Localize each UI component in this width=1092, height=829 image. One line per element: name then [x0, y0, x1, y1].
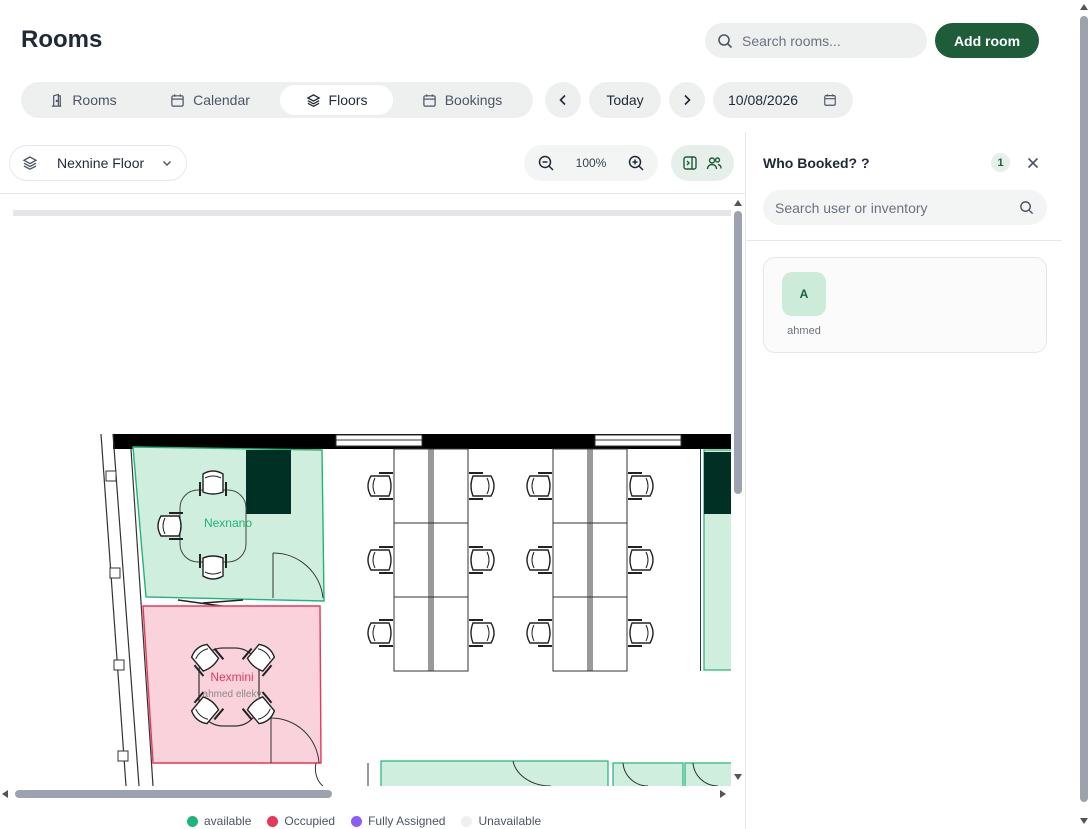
floor-plan-canvas[interactable]: Nexnano Nexmini ahmed elleky [13, 208, 731, 786]
door-icon [52, 93, 62, 107]
toolbar-divider [0, 193, 745, 194]
chevron-left-icon [559, 94, 566, 106]
date-picker[interactable]: 10/08/2026 [713, 82, 853, 118]
user-search-box[interactable] [763, 190, 1047, 225]
scroll-up-arrow[interactable] [734, 200, 742, 206]
chevron-right-icon [684, 94, 691, 106]
page-scrollbar-thumb[interactable] [1080, 16, 1088, 802]
legend-label: Fully Assigned [368, 814, 446, 828]
page-scroll-up-arrow[interactable] [1080, 4, 1088, 10]
room-name-nexmini: Nexmini [210, 670, 253, 684]
legend-label: Unavailable [478, 814, 542, 828]
scroll-left-arrow[interactable] [2, 790, 8, 798]
booking-count-badge: 1 [991, 153, 1010, 172]
scroll-down-arrow[interactable] [734, 774, 742, 780]
tab-rooms[interactable]: Rooms [24, 85, 142, 115]
legend-dot [187, 815, 198, 827]
calendar-icon [171, 93, 184, 107]
layers-icon [306, 93, 321, 107]
canvas-horizontal-scrollbar[interactable] [15, 790, 332, 798]
legend-dot [461, 815, 473, 827]
app-window: Rooms Add room Rooms Calendar Floors Boo… [0, 0, 1092, 829]
legend-label: Occupied [284, 814, 336, 828]
panel-divider-line [746, 240, 1062, 241]
tab-label: Floors [328, 92, 368, 108]
scroll-right-arrow[interactable] [720, 790, 726, 798]
status-legend: available Occupied Fully Assigned Unavai… [187, 814, 557, 828]
room-search-box[interactable] [705, 23, 927, 58]
user-name: ahmed [787, 325, 821, 337]
users-icon[interactable] [706, 155, 722, 171]
room-name-nexnano: Nexnano [204, 516, 252, 530]
page-scroll-down-arrow[interactable] [1080, 818, 1088, 824]
user-card[interactable]: A ahmed [763, 257, 1047, 353]
panel-title: Who Booked? ? [763, 155, 870, 171]
zoom-level: 100% [575, 156, 607, 170]
tab-bookings[interactable]: Bookings [403, 85, 521, 115]
tab-calendar[interactable]: Calendar [151, 85, 269, 115]
legend-item-unavailable: Unavailable [461, 814, 541, 828]
user-search-input[interactable] [775, 199, 1005, 216]
search-icon [1020, 201, 1034, 215]
floor-plan-drawing: Nexnano Nexmini ahmed elleky [13, 210, 731, 786]
floor-select-value: Nexnine Floor [57, 155, 145, 171]
panel-toggle-icon[interactable] [682, 155, 698, 171]
zoom-controls: 100% [524, 145, 658, 181]
tab-floors[interactable]: Floors [280, 85, 393, 115]
previous-day-button[interactable] [545, 82, 581, 118]
page-title: Rooms [21, 26, 103, 53]
add-room-button[interactable]: Add room [935, 23, 1039, 58]
room-booked-by: ahmed elleky [203, 689, 262, 700]
next-day-button[interactable] [669, 82, 705, 118]
legend-item-fully-assigned: Fully Assigned [351, 814, 445, 828]
chevron-down-icon [163, 161, 171, 166]
calendar-icon [422, 93, 436, 107]
room-nexnano[interactable]: Nexnano [132, 446, 325, 602]
date-value: 10/08/2026 [728, 92, 799, 108]
room-nexmini[interactable]: Nexmini ahmed elleky [142, 605, 322, 764]
zoom-in-icon[interactable] [627, 154, 645, 172]
legend-dot [267, 815, 279, 827]
legend-dot [351, 815, 363, 827]
calendar-icon [824, 94, 836, 106]
zoom-out-icon[interactable] [537, 154, 555, 172]
legend-item-available: available [187, 814, 251, 828]
tab-label: Bookings [444, 92, 503, 108]
canvas-vertical-scrollbar[interactable] [734, 211, 742, 494]
search-icon [718, 33, 733, 48]
legend-label: available [204, 814, 252, 828]
view-toggle-group [671, 145, 734, 181]
tab-label: Rooms [72, 92, 117, 108]
avatar: A [782, 272, 826, 316]
page-scrollbar[interactable] [1062, 0, 1092, 829]
close-icon[interactable] [1026, 156, 1040, 170]
layers-icon [22, 156, 38, 170]
view-tabs: Rooms Calendar Floors Bookings [21, 82, 533, 118]
panel-divider [745, 132, 746, 829]
tab-label: Calendar [193, 92, 250, 108]
room-search-input[interactable] [742, 32, 912, 49]
today-button[interactable]: Today [589, 82, 661, 118]
floor-select[interactable]: Nexnine Floor [9, 145, 187, 181]
legend-item-occupied: Occupied [267, 814, 335, 828]
